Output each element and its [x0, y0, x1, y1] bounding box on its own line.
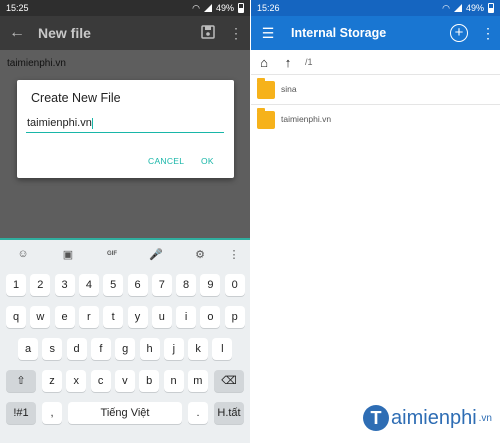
wifi-icon: ◠ — [442, 2, 450, 13]
space-key[interactable]: Tiếng Việt — [68, 402, 182, 424]
add-icon[interactable]: + — [450, 24, 468, 42]
comma-key[interactable]: , — [42, 402, 62, 424]
symbols-key[interactable]: !#1 — [6, 402, 36, 424]
key-l[interactable]: l — [212, 338, 233, 360]
toolbar: ← New file ⋮ — [0, 16, 250, 50]
key-e[interactable]: e — [54, 306, 75, 328]
key-2[interactable]: 2 — [30, 274, 51, 296]
key-8[interactable]: 8 — [176, 274, 197, 296]
done-key[interactable]: H.tất — [214, 402, 244, 424]
cancel-button[interactable]: CANCEL — [148, 156, 184, 166]
overflow-menu-icon[interactable]: ⋮ — [222, 25, 250, 42]
signal-icon — [453, 4, 462, 12]
wifi-icon: ◠ — [192, 2, 200, 13]
filename-input[interactable]: taimienphi.vn — [26, 117, 224, 133]
overflow-menu-icon[interactable]: ⋮ — [480, 25, 496, 42]
key-d[interactable]: d — [66, 338, 87, 360]
ok-button[interactable]: OK — [201, 156, 214, 166]
status-bar: 15:26 ◠ 49% — [251, 0, 500, 16]
key-x[interactable]: x — [66, 370, 87, 392]
key-0[interactable]: 0 — [224, 274, 245, 296]
key-r[interactable]: r — [78, 306, 99, 328]
key-z[interactable]: z — [42, 370, 62, 392]
key-1[interactable]: 1 — [6, 274, 26, 296]
mic-icon[interactable]: 🎤 — [146, 248, 166, 261]
emoji-icon[interactable]: ☺ — [13, 248, 33, 260]
key-m[interactable]: m — [187, 370, 208, 392]
key-f[interactable]: f — [90, 338, 111, 360]
file-row[interactable]: sina — [251, 74, 500, 105]
key-6[interactable]: 6 — [127, 274, 148, 296]
key-n[interactable]: n — [163, 370, 184, 392]
toolbar-title: New file — [38, 25, 91, 41]
filename-value: taimienphi.vn — [27, 117, 92, 129]
key-s[interactable]: s — [42, 338, 63, 360]
watermark: Taimienphi .vn — [363, 405, 492, 431]
toolbar-title: Internal Storage — [291, 26, 387, 40]
key-k[interactable]: k — [188, 338, 209, 360]
battery-percent: 49% — [465, 3, 484, 13]
status-bar: 15:25 ◠ 49% — [0, 0, 250, 16]
key-w[interactable]: w — [30, 306, 51, 328]
key-h[interactable]: h — [139, 338, 160, 360]
key-b[interactable]: b — [139, 370, 160, 392]
editor-text: taimienphi.vn — [7, 58, 66, 69]
key-3[interactable]: 3 — [54, 274, 75, 296]
back-arrow-icon[interactable]: ← — [0, 24, 34, 42]
watermark-suffix: .vn — [478, 412, 492, 424]
key-u[interactable]: u — [151, 306, 172, 328]
key-g[interactable]: g — [115, 338, 136, 360]
file-row[interactable]: taimienphi.vn — [251, 104, 500, 135]
file-name: taimienphi.vn — [281, 114, 332, 124]
watermark-logo: T — [363, 405, 390, 431]
key-v[interactable]: v — [114, 370, 135, 392]
key-o[interactable]: o — [200, 306, 221, 328]
key-5[interactable]: 5 — [103, 274, 124, 296]
key-c[interactable]: c — [90, 370, 111, 392]
file-name: sina — [281, 84, 297, 94]
sticker-icon[interactable]: ▣ — [58, 248, 78, 261]
create-file-dialog: Create New File taimienphi.vn CANCEL OK — [17, 80, 234, 178]
key-t[interactable]: t — [103, 306, 124, 328]
up-arrow-icon[interactable]: ↑ — [277, 55, 299, 70]
key-y[interactable]: y — [127, 306, 148, 328]
status-time: 15:26 — [257, 3, 280, 13]
signal-icon — [203, 4, 212, 12]
shift-key[interactable]: ⇧ — [6, 370, 36, 392]
battery-percent: 49% — [215, 3, 234, 13]
key-p[interactable]: p — [224, 306, 245, 328]
folder-icon — [257, 108, 275, 129]
battery-icon — [238, 3, 244, 13]
watermark-text: aimienphi — [391, 406, 477, 429]
key-7[interactable]: 7 — [151, 274, 172, 296]
battery-icon — [488, 3, 494, 13]
key-q[interactable]: q — [6, 306, 26, 328]
folder-icon — [257, 78, 275, 99]
text-cursor — [91, 117, 93, 129]
save-icon[interactable] — [194, 24, 222, 42]
backspace-key[interactable]: ⌫ — [214, 370, 244, 392]
settings-icon[interactable]: ⚙ — [190, 248, 210, 261]
dialog-title: Create New File — [31, 91, 121, 105]
key-9[interactable]: 9 — [200, 274, 221, 296]
status-time: 15:25 — [6, 3, 29, 13]
gif-icon[interactable]: GIF — [102, 251, 122, 257]
key-a[interactable]: a — [18, 338, 38, 360]
path-segment[interactable]: 1 — [308, 57, 313, 67]
toolbar: ☰ Internal Storage + ⋮ — [251, 16, 500, 50]
keyboard: ☺ ▣ GIF 🎤 ⚙ ⋮ 1234567890 qwertyuiop asdfgh… — [0, 240, 250, 443]
more-icon[interactable]: ⋮ — [224, 248, 244, 261]
hamburger-menu-icon[interactable]: ☰ — [251, 25, 285, 42]
right-screen: 15:26 ◠ 49% ☰ Internal Storage + ⋮ ⌂ ↑ /… — [251, 0, 500, 443]
breadcrumb: ⌂ ↑ / 1 — [251, 50, 500, 74]
key-j[interactable]: j — [163, 338, 184, 360]
key-4[interactable]: 4 — [78, 274, 99, 296]
left-screen: 15:25 ◠ 49% ← New file ⋮ taimienphi.vn C… — [0, 0, 250, 443]
home-icon[interactable]: ⌂ — [251, 55, 277, 70]
key-i[interactable]: i — [176, 306, 197, 328]
period-key[interactable]: . — [188, 402, 208, 424]
